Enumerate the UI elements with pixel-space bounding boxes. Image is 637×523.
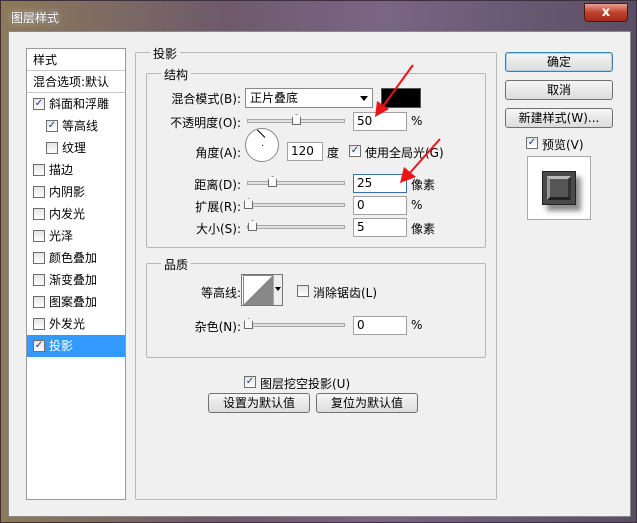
noise-slider[interactable] [244, 318, 345, 329]
title-bar[interactable]: 图层样式 x [1, 1, 636, 31]
style-list-label: 纹理 [62, 141, 87, 155]
reset-default-button[interactable]: 复位为默认值 [316, 393, 418, 413]
contour-label: 等高线: [200, 286, 241, 300]
styles-header[interactable]: 样式 [27, 49, 125, 71]
chevron-down-icon [360, 96, 368, 101]
distance-label: 距离(D): [194, 178, 241, 192]
style-preview-swatch [527, 156, 591, 220]
size-label: 大小(S): [195, 222, 241, 236]
annotation-arrow-distance [400, 138, 441, 183]
blend-mode-value: 正片叠底 [250, 91, 299, 105]
size-input[interactable]: 5 [353, 218, 407, 237]
size-slider-thumb[interactable] [248, 220, 257, 231]
style-list-checkbox[interactable] [33, 208, 45, 220]
style-list-label: 图案叠加 [49, 295, 98, 309]
spread-slider[interactable] [244, 198, 345, 209]
knockout-checkbox[interactable]: ✓ [244, 376, 256, 388]
distance-slider-thumb[interactable] [268, 176, 277, 187]
style-list-label: 投影 [49, 339, 74, 353]
global-light-checkbox[interactable]: ✓ [349, 145, 361, 157]
opacity-label: 不透明度(O): [170, 116, 241, 130]
preview-label: 预览(V) [542, 138, 584, 152]
blend-options-item[interactable]: 混合选项:默认 [27, 71, 125, 93]
style-list-item[interactable]: 内发光 [27, 203, 125, 225]
dialog-client-area: 样式 混合选项:默认 ✓ 斜面和浮雕 ✓ 等高线纹理描边内阴影内发光光泽颜色叠加渐变叠… [8, 31, 631, 517]
ok-button[interactable]: 确定 [505, 52, 613, 72]
spread-label: 扩展(R): [195, 200, 241, 214]
preview-checkbox[interactable]: ✓ [526, 137, 538, 149]
style-list-checkbox[interactable] [33, 296, 45, 308]
antialias-checkbox[interactable] [297, 285, 309, 297]
blend-mode-select[interactable]: 正片叠底 [245, 88, 373, 108]
style-list-checkbox[interactable] [46, 142, 58, 154]
style-list-checkbox[interactable] [33, 274, 45, 286]
opacity-slider-thumb[interactable] [292, 114, 301, 125]
style-list-label: 外发光 [49, 317, 86, 331]
angle-label: 角度(A): [195, 146, 241, 160]
style-list-label: 描边 [49, 163, 74, 177]
antialias-label: 消除锯齿(L) [313, 286, 378, 300]
style-list-item[interactable]: 颜色叠加 [27, 247, 125, 269]
distance-slider[interactable] [247, 176, 345, 187]
style-list-label: 颜色叠加 [49, 251, 98, 265]
style-list-item[interactable]: 图案叠加 [27, 291, 125, 313]
style-list-checkbox[interactable] [33, 252, 45, 264]
quality-group: 品质 等高线: 消除锯齿(L) 杂色(N): 0 % [146, 256, 486, 358]
style-list-label: 内发光 [49, 207, 86, 221]
contour-dropdown[interactable] [273, 275, 282, 305]
style-list-item[interactable]: 光泽 [27, 225, 125, 247]
style-list-label: 斜面和浮雕 [49, 97, 110, 111]
style-list-checkbox[interactable] [33, 318, 45, 330]
style-list-checkbox[interactable]: ✓ [33, 340, 45, 352]
style-list-item[interactable]: ✓ 投影 [27, 335, 125, 357]
noise-input[interactable]: 0 [353, 316, 407, 335]
style-list-checkbox[interactable] [33, 164, 45, 176]
noise-label: 杂色(N): [194, 320, 241, 334]
cancel-button[interactable]: 取消 [505, 80, 613, 100]
style-list-item[interactable]: 外发光 [27, 313, 125, 335]
style-list-item[interactable]: 纹理 [27, 137, 125, 159]
angle-dial[interactable] [245, 128, 279, 162]
close-icon: x [601, 5, 611, 20]
layer-style-dialog: 图层样式 x 样式 混合选项:默认 ✓ 斜面和浮雕 ✓ 等高线纹理描边内阴影内发光光泽… [0, 0, 637, 523]
style-list-checkbox[interactable]: ✓ [46, 120, 58, 132]
make-default-button[interactable]: 设置为默认值 [208, 393, 310, 413]
angle-unit: 度 [327, 146, 340, 160]
style-list-checkbox[interactable] [33, 186, 45, 198]
style-list-label: 渐变叠加 [49, 273, 98, 287]
angle-input[interactable]: 120 [287, 142, 323, 161]
style-list-label: 光泽 [49, 229, 74, 243]
chevron-down-icon [275, 287, 281, 291]
style-list-checkbox[interactable] [33, 230, 45, 242]
style-list-label: 等高线 [62, 119, 99, 133]
drop-shadow-group: 投影 结构 混合模式(B): 正片叠底 不透明度(O): 5 0 % 角度(A): [135, 45, 497, 500]
style-list-label: 内阴影 [49, 185, 86, 199]
drop-shadow-title: 投影 [150, 45, 181, 62]
contour-curve-icon [243, 275, 273, 305]
style-list-item[interactable]: 渐变叠加 [27, 269, 125, 291]
noise-slider-thumb[interactable] [244, 318, 253, 329]
spread-percent: % [411, 198, 423, 212]
noise-percent: % [411, 318, 423, 332]
annotation-arrow-opacity [375, 64, 414, 117]
opacity-slider[interactable] [247, 114, 345, 125]
style-list-item[interactable]: ✓ 斜面和浮雕 [27, 93, 125, 115]
window-title: 图层样式 [11, 11, 60, 25]
blend-mode-label: 混合模式(B): [171, 92, 241, 106]
style-list-item[interactable]: ✓ 等高线 [27, 115, 125, 137]
spread-input[interactable]: 0 [353, 196, 407, 215]
spread-slider-thumb[interactable] [244, 198, 253, 209]
knockout-label: 图层挖空投影(U) [260, 377, 351, 391]
style-list-item[interactable]: 内阴影 [27, 181, 125, 203]
style-list-item[interactable]: 描边 [27, 159, 125, 181]
size-slider[interactable] [247, 220, 345, 231]
styles-list: 样式 混合选项:默认 ✓ 斜面和浮雕 ✓ 等高线纹理描边内阴影内发光光泽颜色叠加渐变叠… [26, 48, 126, 500]
close-button[interactable]: x [584, 3, 628, 22]
structure-title: 结构 [161, 66, 192, 83]
contour-picker[interactable] [241, 274, 283, 306]
new-style-button[interactable]: 新建样式(W)... [505, 108, 613, 128]
size-unit: 像素 [411, 222, 436, 236]
style-list-checkbox[interactable]: ✓ [33, 98, 45, 110]
quality-title: 品质 [161, 256, 192, 273]
